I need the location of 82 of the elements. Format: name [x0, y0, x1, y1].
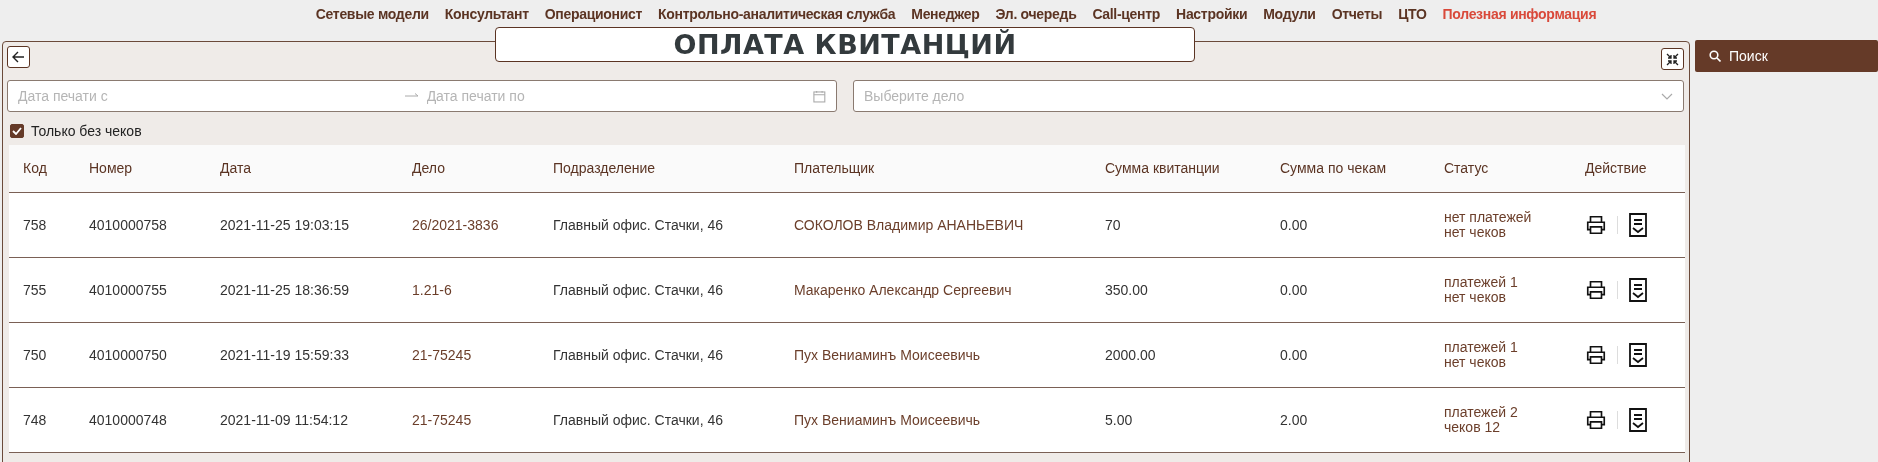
table-cell: Главный офис. Стачки, 46: [539, 192, 780, 257]
case-select[interactable]: Выберите дело: [853, 80, 1684, 112]
printer-icon[interactable]: [1585, 343, 1607, 366]
column-header: Подразделение: [539, 145, 780, 192]
collapse-button[interactable]: [1661, 48, 1684, 70]
table-link[interactable]: СОКОЛОВ Владимир АНАНЬЕВИЧ: [780, 192, 1091, 257]
table-cell: Главный офис. Стачки, 46: [539, 322, 780, 387]
table-cell: 4010000750: [75, 322, 206, 387]
column-header: Номер: [75, 145, 206, 192]
table-cell: 2021-11-25 18:36:59: [206, 257, 398, 322]
table-cell: 2021-11-09 11:54:12: [206, 387, 398, 452]
nav-link[interactable]: Настройки: [1176, 5, 1248, 23]
table-cell: 748: [9, 387, 75, 452]
receipt-icon[interactable]: [1628, 342, 1648, 367]
nav-link[interactable]: Менеджер: [911, 5, 980, 23]
column-header: Дело: [398, 145, 539, 192]
table-cell: 70: [1091, 192, 1266, 257]
table-cell: 750: [9, 322, 75, 387]
collapse-icon: [1666, 52, 1679, 66]
table-cell: 4010000755: [75, 257, 206, 322]
table-cell: 755: [9, 257, 75, 322]
printer-icon[interactable]: [1585, 213, 1607, 236]
search-button[interactable]: Поиск: [1695, 40, 1878, 72]
case-select-input[interactable]: Выберите дело: [864, 88, 1661, 104]
back-arrow-icon: [12, 51, 25, 63]
calendar-icon: [813, 89, 826, 103]
column-header: Статус: [1430, 145, 1571, 192]
search-icon: [1709, 50, 1721, 62]
table-cell: 2021-11-19 15:59:33: [206, 322, 398, 387]
table-cell: Главный офис. Стачки, 46: [539, 387, 780, 452]
table-cell: 2021-11-25 19:03:15: [206, 192, 398, 257]
table-cell: 5.00: [1091, 387, 1266, 452]
nav-link[interactable]: Эл. очередь: [995, 5, 1077, 23]
table-link[interactable]: 21-75245: [398, 387, 539, 452]
date-from-field[interactable]: Дата печати с: [18, 88, 405, 104]
status-cell: платежей 1 нет чеков: [1430, 257, 1571, 322]
printer-icon[interactable]: [1585, 408, 1607, 431]
nav-link[interactable]: Полезная информация: [1442, 5, 1597, 23]
column-header: Код: [9, 145, 75, 192]
nav-link[interactable]: Операционист: [544, 5, 643, 23]
column-header: Сумма по чекам: [1266, 145, 1430, 192]
table-cell: 2.00: [1266, 387, 1430, 452]
nav-link[interactable]: Отчеты: [1331, 5, 1383, 23]
table-cell: 758: [9, 192, 75, 257]
table-link[interactable]: 21-75245: [398, 322, 539, 387]
nav-link[interactable]: Модули: [1263, 5, 1316, 23]
column-header: Действие: [1571, 145, 1685, 192]
status-cell: нет платежей нет чеков: [1430, 192, 1571, 257]
arrow-icon: [404, 93, 419, 99]
nav-link[interactable]: Контрольно-аналитическая служба: [658, 5, 896, 23]
date-to-field[interactable]: Дата печати по: [426, 88, 814, 104]
table-link[interactable]: Макаренко Александр Сергеевич: [780, 257, 1091, 322]
nav-link[interactable]: Сетевые модели: [315, 5, 429, 23]
checkbox[interactable]: [10, 123, 24, 138]
receipt-icon[interactable]: [1628, 407, 1648, 432]
nav-link[interactable]: ЦТО: [1398, 5, 1427, 23]
status-cell: платежей 1 нет чеков: [1430, 322, 1571, 387]
receipt-icon[interactable]: [1628, 212, 1648, 237]
table-link[interactable]: 1.21-6: [398, 257, 539, 322]
table-cell: 2000.00: [1091, 322, 1266, 387]
table-link[interactable]: Пух Вениаминъ Моисеевичь: [780, 322, 1091, 387]
table-cell: 0.00: [1266, 322, 1430, 387]
chevron-down-icon: [1661, 92, 1673, 100]
receipt-icon[interactable]: [1628, 277, 1648, 302]
table-cell: 4010000758: [75, 192, 206, 257]
column-header: Дата: [206, 145, 398, 192]
column-header: Плательщик: [780, 145, 1091, 192]
nav-link[interactable]: Консультант: [444, 5, 529, 23]
nav-link[interactable]: Call-центр: [1092, 5, 1161, 23]
printer-icon[interactable]: [1585, 278, 1607, 301]
page-title: ОПЛАТА КВИТАНЦИЙ: [495, 27, 1195, 62]
table-cell: 350.00: [1091, 257, 1266, 322]
table-cell: 0.00: [1266, 192, 1430, 257]
column-header: Сумма квитанции: [1091, 145, 1266, 192]
checkbox-label: Только без чеков: [31, 122, 142, 139]
status-cell: платежей 2 чеков 12: [1430, 387, 1571, 452]
table-link[interactable]: Пух Вениаминъ Моисеевичь: [780, 387, 1091, 452]
table-cell: 0.00: [1266, 257, 1430, 322]
table-cell: Главный офис. Стачки, 46: [539, 257, 780, 322]
table-link[interactable]: 26/2021-3836: [398, 192, 539, 257]
back-button[interactable]: [7, 46, 30, 68]
table-cell: 4010000748: [75, 387, 206, 452]
